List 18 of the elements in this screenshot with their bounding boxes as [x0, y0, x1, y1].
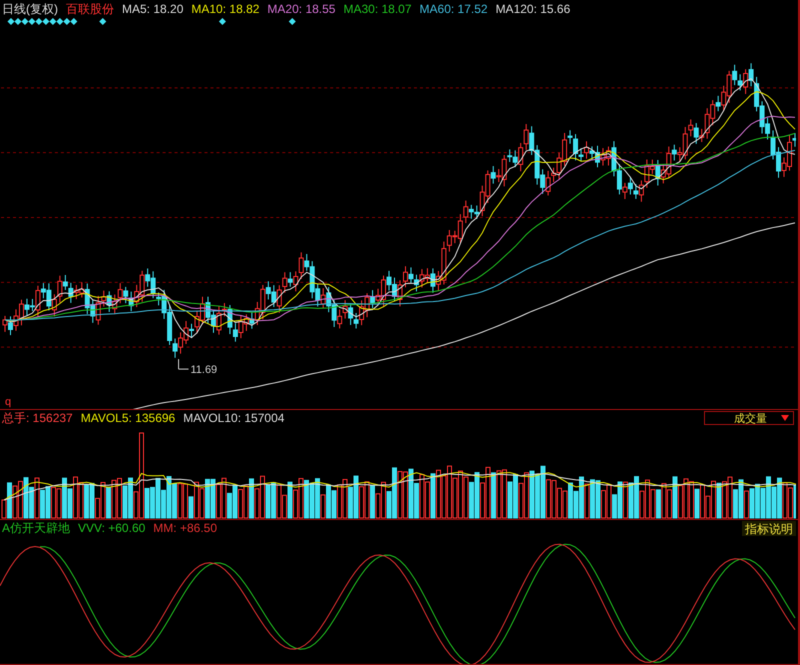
- period-label: 日线(复权): [2, 0, 58, 18]
- volume-value: 总手: 156237: [2, 410, 73, 426]
- moving-average-value: MA30: 18.07: [343, 2, 412, 16]
- stock-name: 百联股份: [66, 0, 114, 18]
- indicator-help-button[interactable]: 指标说明: [742, 520, 796, 536]
- moving-average-value: MA120: 15.66: [496, 2, 570, 16]
- volume-value: MAVOL10: 157004: [183, 411, 284, 425]
- indicator-name: A仿开天辟地: [2, 520, 70, 536]
- indicator-value: MM: +86.50: [153, 521, 217, 535]
- moving-average-value: MA60: 17.52: [420, 2, 488, 16]
- indicator-selector[interactable]: 成交量: [704, 411, 794, 425]
- corner-mark: q: [5, 396, 12, 408]
- moving-average-value: MA20: 18.55: [267, 2, 336, 16]
- moving-average-value: MA10: 18.82: [191, 2, 260, 16]
- caret-icon: [781, 415, 789, 421]
- moving-average-value: MA5: 18.20: [122, 2, 184, 16]
- indicator-value: VVV: +60.60: [78, 521, 146, 535]
- volume-value: MAVOL5: 135696: [80, 411, 176, 425]
